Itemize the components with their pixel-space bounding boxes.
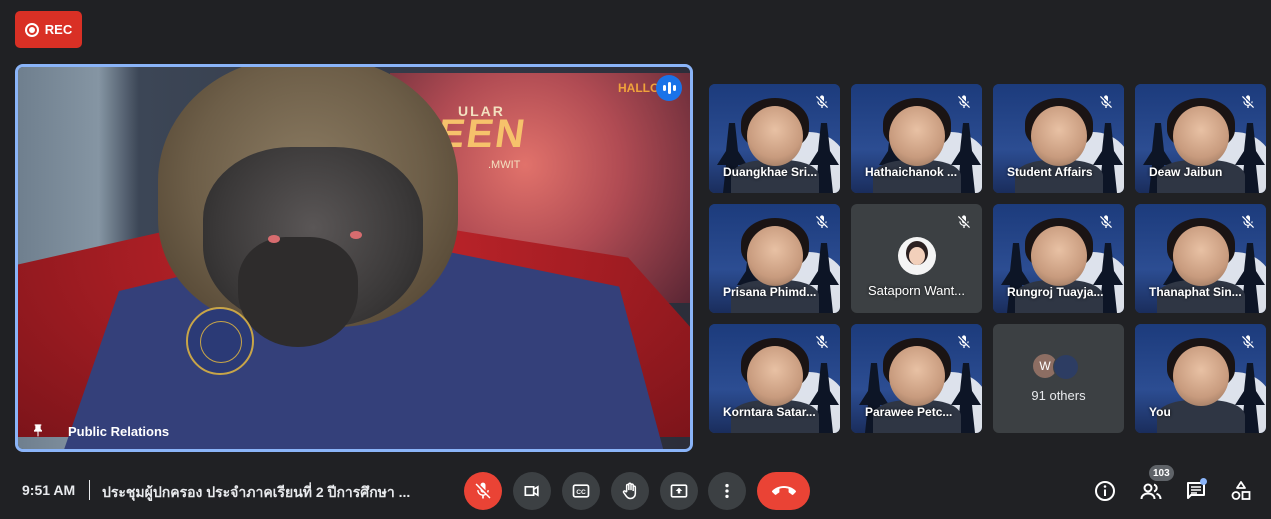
participant-name: Duangkhae Sri... — [723, 165, 818, 179]
wolf-eye-left — [268, 235, 280, 243]
mute-indicator — [1238, 332, 1258, 352]
activities-button[interactable] — [1226, 476, 1256, 506]
participant-name: Deaw Jaibun — [1149, 165, 1223, 179]
audio-level-icon — [656, 75, 682, 101]
participant-count-badge: 103 — [1149, 465, 1174, 481]
bottom-control-bar: 9:51 AM ประชุมผู้ปกครอง ประจำภาคเรียนที่… — [0, 462, 1271, 519]
more-vert-icon — [725, 483, 729, 499]
mute-indicator — [954, 332, 974, 352]
mic-off-icon — [816, 215, 828, 228]
main-speaker-name: Public Relations — [30, 423, 169, 439]
participant-tile[interactable]: Prisana Phimd... — [709, 204, 840, 313]
activities-icon — [1231, 481, 1251, 500]
participant-face — [747, 106, 803, 166]
main-speaker-label: Public Relations — [68, 423, 170, 439]
participant-name: Parawee Petc... — [865, 405, 953, 419]
participant-tile[interactable]: Student Affairs — [993, 84, 1124, 193]
divider — [89, 480, 90, 500]
mute-indicator — [812, 212, 832, 232]
participant-tile[interactable]: Parawee Petc... — [851, 324, 982, 433]
main-speaker-tile[interactable]: ULAR EEN .MWIT HALLOW Public Relations — [15, 64, 693, 452]
mute-indicator — [954, 92, 974, 112]
recording-label: REC — [44, 22, 73, 37]
mute-indicator — [954, 212, 974, 232]
participant-tile[interactable]: Duangkhae Sri... — [709, 84, 840, 193]
recording-indicator: REC — [15, 11, 82, 48]
participant-tile[interactable]: Rungroj Tuayja... — [993, 204, 1124, 313]
mute-indicator — [812, 332, 832, 352]
others-tile[interactable]: W 91 others — [993, 324, 1124, 433]
others-count: 91 others — [1031, 388, 1086, 403]
mic-off-icon — [816, 95, 828, 108]
record-icon — [24, 22, 39, 37]
participant-face — [889, 346, 945, 406]
svg-text:CC: CC — [576, 489, 586, 496]
participant-tile[interactable]: Sataporn Want... — [851, 204, 982, 313]
wolf-snout — [238, 237, 358, 347]
others-avatars: W — [1033, 354, 1079, 380]
participant-tile[interactable]: Korntara Satar... — [709, 324, 840, 433]
mic-off-icon — [1242, 95, 1254, 108]
participant-name: Thanaphat Sin... — [1149, 285, 1242, 299]
mute-indicator — [1238, 212, 1258, 232]
info-icon — [1095, 481, 1115, 501]
participant-name: You — [1149, 405, 1171, 419]
mute-indicator — [812, 92, 832, 112]
mic-off-icon — [1242, 215, 1254, 228]
participant-face — [889, 106, 945, 166]
call-end-icon — [771, 486, 796, 495]
mic-off-icon — [1242, 335, 1254, 348]
clock: 9:51 AM — [22, 482, 76, 498]
participant-tile[interactable]: Hathaichanok ... — [851, 84, 982, 193]
closed-caption-icon: CC — [572, 484, 590, 498]
meeting-title: ประชุมผู้ปกครอง ประจำภาคเรียนที่ 2 ปีการ… — [102, 484, 411, 500]
participant-face — [1031, 106, 1087, 166]
avatar — [1053, 354, 1079, 380]
chat-notification-dot — [1200, 478, 1207, 485]
avatar — [898, 237, 936, 275]
mic-off-icon — [958, 95, 970, 108]
participant-face — [1031, 226, 1087, 286]
videocam-icon — [524, 485, 539, 497]
school-emblem — [186, 307, 254, 375]
participant-name: Student Affairs — [1007, 165, 1093, 179]
mic-off-icon — [1100, 95, 1112, 108]
present-now-button[interactable] — [660, 472, 698, 510]
raise-hand-button[interactable] — [611, 472, 649, 510]
pin-icon[interactable] — [30, 423, 46, 439]
participant-name: Korntara Satar... — [723, 405, 816, 419]
participant-face — [1173, 226, 1229, 286]
mic-off-icon — [958, 215, 970, 228]
participant-face — [747, 226, 803, 286]
participant-face — [1173, 106, 1229, 166]
participant-face — [1173, 346, 1229, 406]
present-screen-icon — [670, 484, 688, 498]
participant-name: Rungroj Tuayja... — [1007, 285, 1104, 299]
mute-indicator — [1238, 92, 1258, 112]
participant-name: Prisana Phimd... — [723, 285, 817, 299]
meeting-details-button[interactable] — [1090, 476, 1120, 506]
leave-call-button[interactable] — [757, 472, 810, 510]
participant-tile[interactable]: You — [1135, 324, 1266, 433]
raise-hand-icon — [622, 482, 637, 500]
poster-sub: .MWIT — [488, 159, 521, 171]
toggle-camera-button[interactable] — [513, 472, 551, 510]
mic-off-icon — [958, 335, 970, 348]
mute-indicator — [1096, 212, 1116, 232]
participant-name: Hathaichanok ... — [865, 165, 958, 179]
mic-off-icon — [816, 335, 828, 348]
participant-tile[interactable]: Deaw Jaibun — [1135, 84, 1266, 193]
captions-button[interactable]: CC — [562, 472, 600, 510]
participant-tile[interactable]: Thanaphat Sin... — [1135, 204, 1266, 313]
mic-off-icon — [475, 482, 491, 499]
people-icon — [1140, 483, 1162, 500]
more-options-button[interactable] — [708, 472, 746, 510]
mute-indicator — [1096, 92, 1116, 112]
participant-face — [747, 346, 803, 406]
mic-off-icon — [1100, 215, 1112, 228]
participant-name: Sataporn Want... — [867, 283, 966, 298]
toggle-mic-button[interactable] — [464, 472, 502, 510]
wolf-eye-right — [350, 231, 362, 239]
